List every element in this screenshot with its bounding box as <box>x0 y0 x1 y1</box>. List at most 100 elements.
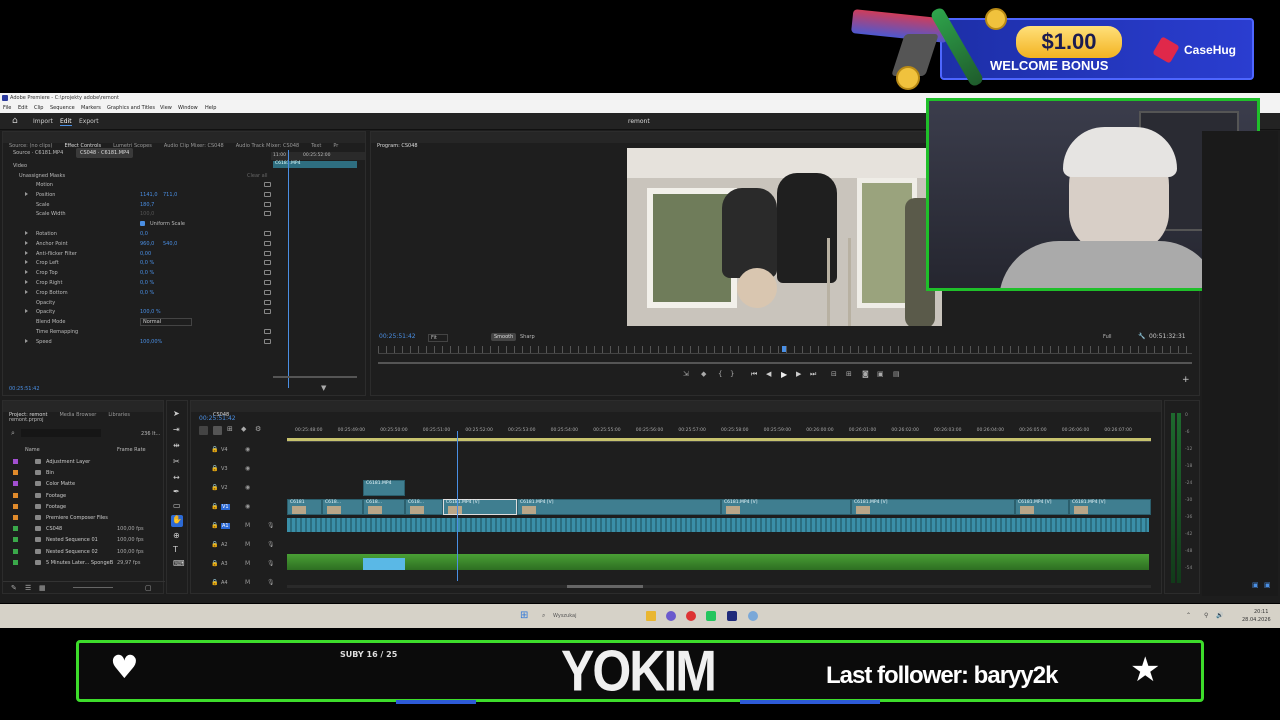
caption-tool-icon[interactable]: ⌨ <box>173 559 185 568</box>
track-header[interactable]: 🔒 A2 M 🎙 <box>211 537 285 553</box>
effect-row[interactable]: Motion <box>3 180 273 190</box>
track-label[interactable]: V3 <box>221 466 228 472</box>
label-color-swatch[interactable] <box>13 470 18 476</box>
tab-text[interactable]: Text <box>305 141 327 152</box>
menu-edit[interactable]: Edit <box>18 105 28 111</box>
sequence-clip-label[interactable]: CS048 · C6181.MP4 <box>76 148 134 158</box>
effect-value[interactable]: 0,0 % <box>140 270 154 276</box>
menu-window[interactable]: Window <box>178 105 198 111</box>
zoom-tool-icon[interactable]: ⊕ <box>173 531 180 540</box>
mini-playhead[interactable] <box>288 150 289 388</box>
effect-row[interactable]: Anti-flicker Filter 0,00 <box>3 249 273 259</box>
tab-export[interactable]: Export <box>79 118 99 125</box>
expand-icon[interactable] <box>25 191 28 196</box>
reset-icon[interactable] <box>264 182 271 187</box>
reset-icon[interactable] <box>264 191 271 197</box>
expand-icon[interactable] <box>25 280 28 284</box>
spotify-icon[interactable] <box>706 611 716 621</box>
effect-value[interactable]: 0,00 <box>140 251 151 257</box>
effect-value[interactable]: 960,0 <box>140 241 154 247</box>
timeline-clip-v2[interactable]: C6181.MP4 <box>363 480 405 496</box>
eye-icon[interactable]: ◉ <box>245 503 250 510</box>
effect-row[interactable]: Position 1141,0 711,0 <box>3 190 273 200</box>
timeline-clip-v1[interactable]: C618... <box>322 499 363 515</box>
microphone-icon[interactable]: 🎙 <box>267 522 275 529</box>
home-icon[interactable]: ⌂ <box>12 116 18 126</box>
clock-time[interactable]: 20:11 <box>1254 609 1268 615</box>
program-title[interactable]: Program: CS048 <box>371 141 424 152</box>
column-name[interactable]: Name <box>25 447 40 453</box>
tab-audio-track-mixer[interactable]: Audio Track Mixer: CS048 <box>230 141 306 152</box>
mute-icon[interactable]: M <box>245 541 250 548</box>
effect-value[interactable]: 100,00% <box>140 339 162 345</box>
effect-value[interactable]: 0,0 % <box>140 290 154 296</box>
source-clip-label[interactable]: Source · C6181.MP4 <box>13 150 63 156</box>
label-color-swatch[interactable] <box>13 459 18 464</box>
mini-clip-bar[interactable]: C6181.MP4 <box>273 161 357 168</box>
vr-icon[interactable]: ▤ <box>893 370 900 378</box>
effect-value[interactable]: 100,0 <box>140 211 154 217</box>
menu-markers[interactable]: Markers <box>81 105 101 111</box>
go-to-out-icon[interactable]: ⏭ <box>810 370 816 379</box>
lift-icon[interactable]: ⊟ <box>831 370 837 378</box>
label-color-swatch[interactable] <box>13 481 18 487</box>
network-icon[interactable]: ⚲ <box>1204 612 1208 619</box>
project-item[interactable]: Premiere Composer Files <box>3 513 153 523</box>
track-header[interactable]: 🔒 A3 M 🎙 <box>211 556 285 572</box>
eye-icon[interactable]: ◉ <box>245 446 250 453</box>
program-playhead[interactable] <box>782 346 786 352</box>
filter-icon[interactable]: ▼ <box>321 384 326 392</box>
project-item[interactable]: Nested Sequence 02 100,00 fps <box>3 547 153 557</box>
expand-icon[interactable] <box>25 270 28 275</box>
track-label[interactable]: V1 <box>221 504 230 510</box>
track-header[interactable]: 🔒 V1 ◉ <box>211 499 285 515</box>
camera-icon[interactable]: ◙ <box>862 370 869 378</box>
expand-icon[interactable] <box>25 289 28 294</box>
timeline-playhead[interactable] <box>457 431 458 581</box>
tab-audio-clip-mixer[interactable]: Audio Clip Mixer: CS048 <box>158 141 230 152</box>
tab-libraries[interactable]: Libraries <box>102 410 136 421</box>
expand-icon[interactable] <box>25 309 28 314</box>
timeline-clip-v1[interactable]: C618... <box>405 499 443 515</box>
program-video-frame[interactable] <box>627 148 942 326</box>
tray-chevron-icon[interactable]: ⌃ <box>1186 612 1191 619</box>
tab-edit[interactable]: Edit <box>60 118 72 126</box>
add-button-icon[interactable]: + <box>1182 375 1190 385</box>
comparison-icon[interactable]: ▣ <box>877 370 884 378</box>
label-color-swatch[interactable] <box>13 537 18 543</box>
track-header[interactable]: 🔒 V2 ◉ <box>211 480 285 496</box>
hand-tool-icon[interactable]: ✋ <box>171 515 183 527</box>
microphone-icon[interactable]: 🎙 <box>267 560 275 567</box>
label-color-swatch[interactable] <box>13 515 18 520</box>
step-forward-icon[interactable]: ▶ <box>796 370 801 378</box>
lock-icon[interactable]: 🔒 <box>211 446 218 453</box>
sidebar-panel-icon[interactable]: ▣ <box>1264 581 1271 589</box>
effect-row[interactable]: Blend Mode Normal <box>3 317 273 327</box>
reset-icon[interactable] <box>264 260 271 266</box>
pen-tool-icon[interactable]: ✒ <box>173 487 180 496</box>
unassigned-masks[interactable]: Unassigned Masks <box>19 173 65 179</box>
lock-icon[interactable]: 🔒 <box>211 465 218 472</box>
sharp-button[interactable]: Sharp <box>520 334 535 340</box>
menu-clip[interactable]: Clip <box>34 105 43 111</box>
track-label[interactable]: A3 <box>221 561 228 567</box>
menu-help[interactable]: Help <box>205 105 216 111</box>
search-icon[interactable]: ⌕ <box>11 429 15 438</box>
step-back-icon[interactable]: ◀ <box>766 370 771 378</box>
razor-tool-icon[interactable]: ✂ <box>173 457 180 466</box>
reset-icon[interactable] <box>264 240 271 246</box>
effect-row[interactable]: Crop Left 0,0 % <box>3 258 273 268</box>
label-color-swatch[interactable] <box>13 503 18 509</box>
mini-scrollbar[interactable] <box>273 376 357 378</box>
browser-icon[interactable] <box>686 611 696 621</box>
effect-value[interactable]: 0,0 % <box>140 280 154 286</box>
effect-value[interactable]: 100,0 % <box>140 309 161 315</box>
label-color-swatch[interactable] <box>13 548 18 554</box>
windows-start-icon[interactable]: ⊞ <box>520 610 528 621</box>
snap-icon[interactable] <box>199 426 208 435</box>
expand-icon[interactable] <box>25 338 28 343</box>
settings-icon[interactable]: ⚙ <box>255 425 261 433</box>
effect-row[interactable]: Crop Top 0,0 % <box>3 268 273 278</box>
menu-file[interactable]: File <box>3 105 11 111</box>
track-label[interactable]: A4 <box>221 580 228 586</box>
